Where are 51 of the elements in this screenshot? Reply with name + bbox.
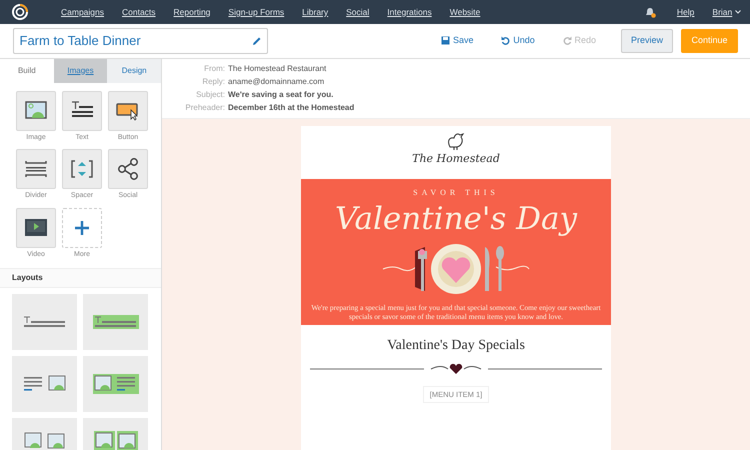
nav-link[interactable]: Social [337,6,378,18]
block-tile[interactable] [62,149,102,190]
field-value: December 16th at the Homestead [228,102,354,114]
layout-thumbnail-icon [92,315,138,330]
layout-tile[interactable] [12,294,77,350]
user-menu[interactable]: Brian [703,6,750,18]
chevron-down-icon [735,10,741,14]
field-label: Reply: [201,76,226,88]
nav-link[interactable]: Library [293,6,338,18]
preview-button[interactable]: Preview [621,28,673,53]
section-heading: Layouts [0,268,161,288]
field-value: aname@domainname.com [228,76,324,88]
field-value: The Homestead Restaurant [228,62,326,75]
block-tile[interactable] [16,208,56,248]
nav-link[interactable]: Website [440,6,490,18]
block-tile[interactable] [108,90,148,131]
field-value: We're saving a seat for you. [228,88,334,101]
nav-link[interactable]: Campaigns [52,6,113,18]
redo-icon [562,36,572,46]
toolbar-button[interactable]: Undo [487,34,549,48]
block-tile[interactable] [108,149,148,190]
layout-tile[interactable] [12,356,77,412]
field-label: Subject: [195,88,226,101]
campaign-name-field[interactable]: Farm to Table Dinner [13,28,268,54]
help-link[interactable]: Help [668,6,704,18]
sidebar-tab[interactable]: Design [107,58,161,83]
logo-text: The Homestead [412,151,500,168]
block-tile[interactable] [16,90,56,131]
nav-link[interactable]: Sign-up Forms [219,6,294,18]
field-label: Preheader: [184,102,226,114]
notification-bell-icon [644,6,656,18]
block-tile[interactable] [16,149,56,190]
banner-title: Valentine's Day [334,200,578,239]
nav-link[interactable]: Integrations [378,6,441,18]
banner-kicker: SAVOR THIS [412,186,500,199]
pencil-icon [252,36,262,46]
block-tile[interactable] [62,90,102,131]
field-label: From: [203,62,226,75]
layout-tile[interactable] [83,356,148,412]
undo-icon [501,36,510,46]
layout-thumbnail-icon [22,315,68,330]
toolbar-button[interactable]: Save [427,34,488,48]
block-tile[interactable] [62,208,102,248]
nav-link[interactable]: Contacts [113,6,165,18]
layout-tile[interactable] [83,294,148,350]
layout-thumbnail-icon [92,374,138,394]
nav-link[interactable]: Reporting [164,6,220,18]
save-icon [441,36,450,46]
section-title: Valentine's Day Specials [386,336,526,355]
logo-icon [12,4,28,20]
share-icon [116,157,140,182]
